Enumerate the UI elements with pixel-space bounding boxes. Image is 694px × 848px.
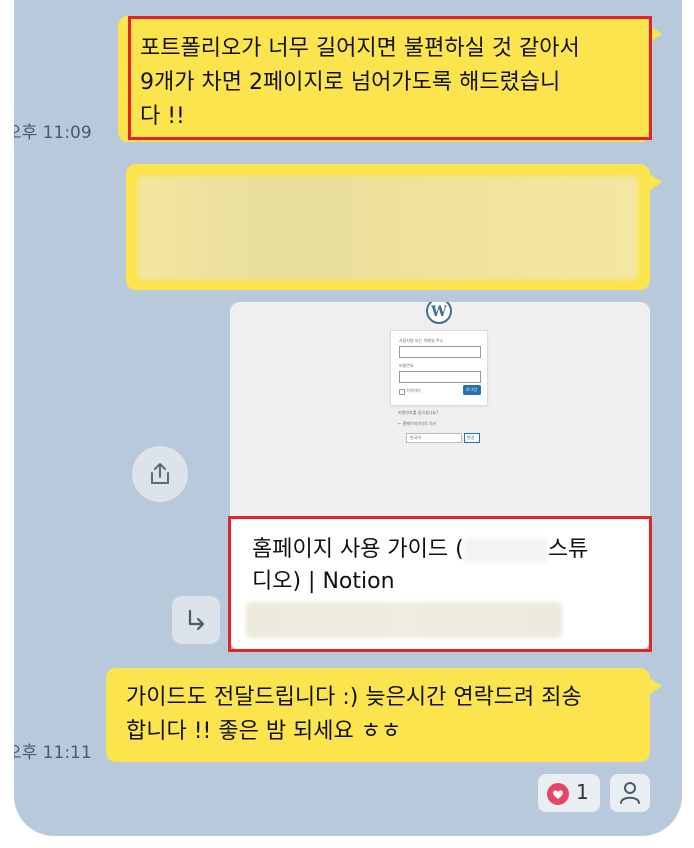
language-select: 한국어 xyxy=(406,433,462,443)
password-label: 비밀번호 xyxy=(399,363,414,368)
svg-text:W: W xyxy=(430,304,447,320)
reaction-button[interactable]: 1 xyxy=(538,774,600,812)
person-icon xyxy=(620,782,640,804)
message-time: 오후 11:11 xyxy=(14,743,92,763)
language-button: 변경 xyxy=(464,433,480,443)
password-field xyxy=(399,371,481,383)
bubble-tail xyxy=(650,174,662,190)
highlight-box xyxy=(228,516,652,652)
members-button[interactable] xyxy=(610,774,650,812)
share-icon xyxy=(151,463,169,484)
reaction-count: 1 xyxy=(576,780,589,804)
lost-password-link: 비밀번호를 잊으셨나요? xyxy=(398,410,439,415)
heart-icon xyxy=(547,783,569,805)
bubble-tail xyxy=(650,678,662,694)
preview-image: W 사용자명 또는 이메일 주소 비밀번호 기억하기 로그인 비밀번호를 잊으셨… xyxy=(230,302,650,516)
wordpress-logo-icon: W xyxy=(426,302,452,324)
message-bubble[interactable]: 가이드도 전달드립니다 :) 늦은시간 연락드려 죄송 합니다 !! 좋은 밤 … xyxy=(106,668,650,762)
highlight-box xyxy=(128,16,652,140)
login-form: 사용자명 또는 이메일 주소 비밀번호 기억하기 로그인 xyxy=(390,330,488,406)
username-field xyxy=(399,346,481,358)
login-button: 로그인 xyxy=(463,385,481,395)
chat-panel: 오후 11:09 포트폴리오가 너무 길어지면 불편하실 것 같아서 9개가 차… xyxy=(14,0,682,836)
message-time: 오후 11:09 xyxy=(14,123,92,143)
forward-arrow-icon xyxy=(188,609,205,631)
remember-checkbox xyxy=(399,389,405,395)
username-label: 사용자명 또는 이메일 주소 xyxy=(399,338,444,343)
remember-label: 기억하기 xyxy=(406,388,421,393)
share-button[interactable] xyxy=(132,446,188,502)
forward-button[interactable] xyxy=(172,596,220,644)
back-link: ← 홈페이지(으)로 가기 xyxy=(398,421,437,426)
redacted-content xyxy=(138,176,638,280)
message-text: 가이드도 전달드립니다 :) 늦은시간 연락드려 죄송 합니다 !! 좋은 밤 … xyxy=(126,685,582,744)
